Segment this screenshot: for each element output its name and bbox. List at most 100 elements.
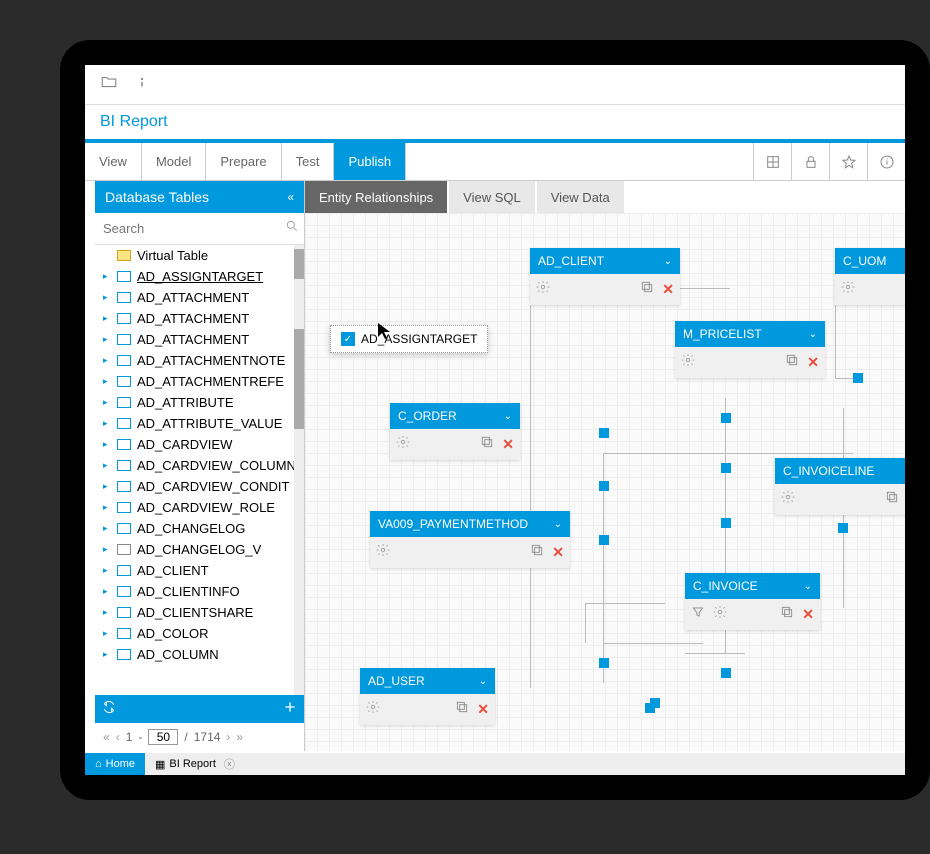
tab-model[interactable]: Model — [142, 143, 206, 180]
entity-ad-user[interactable]: AD_USER⌄ ✕ — [360, 668, 495, 725]
gear-icon[interactable] — [366, 700, 380, 719]
gear-icon[interactable] — [681, 353, 695, 372]
tree-item[interactable]: ▸AD_CLIENTINFO — [95, 581, 304, 602]
gear-icon[interactable] — [536, 280, 550, 299]
chevron-down-icon[interactable]: ⌄ — [554, 519, 562, 530]
tab-publish[interactable]: Publish — [334, 143, 406, 180]
collapse-icon[interactable]: « — [287, 190, 294, 204]
copy-icon[interactable] — [780, 605, 794, 624]
tree-item[interactable]: ▸AD_CARDVIEW_CONDIT — [95, 476, 304, 497]
close-icon[interactable]: ✕ — [502, 436, 514, 453]
close-tab-icon[interactable]: ⓧ — [224, 756, 235, 772]
tree-item[interactable]: ▸AD_COLUMN — [95, 644, 304, 665]
canvas-tab-sql[interactable]: View SQL — [449, 181, 535, 213]
search-icon[interactable] — [285, 219, 299, 238]
tree-item[interactable]: ▸AD_ATTRIBUTE_VALUE — [95, 413, 304, 434]
refresh-icon[interactable] — [101, 699, 117, 720]
copy-icon[interactable] — [640, 280, 654, 299]
gear-icon[interactable] — [376, 543, 390, 562]
entity-title: M_PRICELIST — [683, 327, 762, 341]
chevron-down-icon[interactable]: ⌄ — [664, 256, 672, 267]
close-icon[interactable]: ✕ — [807, 354, 819, 371]
tree-item[interactable]: ▸AD_CARDVIEW_COLUMN — [95, 455, 304, 476]
scrollbar[interactable] — [294, 245, 304, 695]
close-icon[interactable]: ✕ — [477, 701, 489, 718]
copy-icon[interactable] — [455, 700, 469, 719]
chevron-down-icon[interactable]: ⌄ — [804, 581, 812, 592]
tree-root[interactable]: Virtual Table — [95, 245, 304, 266]
tree-item[interactable]: ▸AD_ATTACHMENT — [95, 287, 304, 308]
entity-title: VA009_PAYMENTMETHOD — [378, 517, 528, 531]
last-page-icon[interactable]: » — [236, 730, 243, 744]
lock-icon[interactable] — [791, 143, 829, 181]
entity-c-invoiceline[interactable]: C_INVOICELINE⌄ ✕ — [775, 458, 905, 515]
star-icon[interactable] — [829, 143, 867, 181]
entity-c-order[interactable]: C_ORDER⌄ ✕ — [390, 403, 520, 460]
tab-view[interactable]: View — [85, 143, 142, 180]
tree-item[interactable]: ▸AD_ASSIGNTARGET — [95, 266, 304, 287]
bottom-tab-report[interactable]: ▦ BI Report ⓧ — [145, 753, 245, 775]
prev-page-icon[interactable]: ‹ — [116, 730, 120, 744]
chevron-down-icon[interactable]: ⌄ — [809, 329, 817, 340]
entity-va009[interactable]: VA009_PAYMENTMETHOD ⌄ ✕ — [370, 511, 570, 568]
page-to-input[interactable] — [148, 729, 178, 745]
gear-icon[interactable] — [713, 605, 727, 624]
tree-item[interactable]: ▸AD_ATTACHMENT — [95, 329, 304, 350]
chevron-down-icon[interactable]: ⌄ — [479, 676, 487, 687]
close-icon[interactable]: ✕ — [662, 281, 674, 298]
first-page-icon[interactable]: « — [103, 730, 110, 744]
close-icon[interactable]: ✕ — [802, 606, 814, 623]
bottom-tab-label: BI Report — [169, 758, 215, 770]
close-icon[interactable]: ✕ — [552, 544, 564, 561]
page-title: BI Report — [85, 105, 905, 139]
grid-icon[interactable] — [753, 143, 791, 181]
next-page-icon[interactable]: › — [226, 730, 230, 744]
page-from: 1 — [126, 730, 133, 744]
filter-icon[interactable] — [691, 605, 705, 624]
chevron-down-icon[interactable]: ⌄ — [504, 411, 512, 422]
tree-item[interactable]: ▸AD_ATTACHMENT — [95, 308, 304, 329]
bottom-tab-home[interactable]: ⌂ Home — [85, 753, 145, 775]
folder-icon[interactable] — [100, 73, 118, 96]
entity-c-invoice[interactable]: C_INVOICE ⌄ ✕ — [685, 573, 820, 630]
tree-item[interactable]: ▸AD_COLOR — [95, 623, 304, 644]
entity-m-pricelist[interactable]: M_PRICELIST ⌄ ✕ — [675, 321, 825, 378]
drag-ghost: ✓ AD_ASSIGNTARGET — [330, 325, 488, 353]
sidebar-header: Database Tables « — [95, 181, 304, 213]
table-tree[interactable]: Virtual Table ▸AD_ASSIGNTARGET ▸AD_ATTAC… — [95, 245, 304, 695]
page-total: 1714 — [194, 730, 221, 744]
info-circle-icon[interactable] — [867, 143, 905, 181]
diagram-canvas[interactable]: AD_CLIENT⌄ ✕ C_UOM⌄ ✕ ✓ AD_ASSIGNTARGET … — [305, 213, 905, 751]
gear-icon[interactable] — [396, 435, 410, 454]
pagination: « ‹ 1 - / 1714 › » — [95, 723, 304, 751]
tree-item[interactable]: ▸AD_CLIENT — [95, 560, 304, 581]
copy-icon[interactable] — [785, 353, 799, 372]
canvas-tab-entity[interactable]: Entity Relationships — [305, 181, 447, 213]
entity-title: AD_CLIENT — [538, 254, 604, 268]
entity-c-uom[interactable]: C_UOM⌄ ✕ — [835, 248, 905, 305]
tree-item[interactable]: ▸AD_ATTACHMENTNOTE — [95, 350, 304, 371]
entity-ad-client[interactable]: AD_CLIENT ⌄ ✕ — [530, 248, 680, 305]
info-icon[interactable] — [133, 73, 151, 96]
add-icon[interactable] — [282, 699, 298, 720]
checkbox-icon: ✓ — [341, 332, 355, 346]
tab-test[interactable]: Test — [282, 143, 335, 180]
search-input[interactable] — [103, 221, 279, 236]
gear-icon[interactable] — [781, 490, 795, 509]
tree-item[interactable]: ▸AD_ATTRIBUTE — [95, 392, 304, 413]
tree-item[interactable]: ▸AD_CLIENTSHARE — [95, 602, 304, 623]
entity-title: C_UOM — [843, 254, 886, 268]
tree-item[interactable]: ▸AD_ATTACHMENTREFE — [95, 371, 304, 392]
gear-icon[interactable] — [841, 280, 855, 299]
copy-icon[interactable] — [480, 435, 494, 454]
tree-item[interactable]: ▸AD_CARDVIEW — [95, 434, 304, 455]
tab-prepare[interactable]: Prepare — [206, 143, 281, 180]
tree-item[interactable]: ▸AD_CHANGELOG_V — [95, 539, 304, 560]
bottom-tab-label: Home — [106, 758, 135, 770]
copy-icon[interactable] — [530, 543, 544, 562]
canvas-tab-data[interactable]: View Data — [537, 181, 624, 213]
copy-icon[interactable] — [885, 490, 899, 509]
tree-item[interactable]: ▸AD_CARDVIEW_ROLE — [95, 497, 304, 518]
entity-title: C_INVOICE — [693, 579, 758, 593]
tree-item[interactable]: ▸AD_CHANGELOG — [95, 518, 304, 539]
